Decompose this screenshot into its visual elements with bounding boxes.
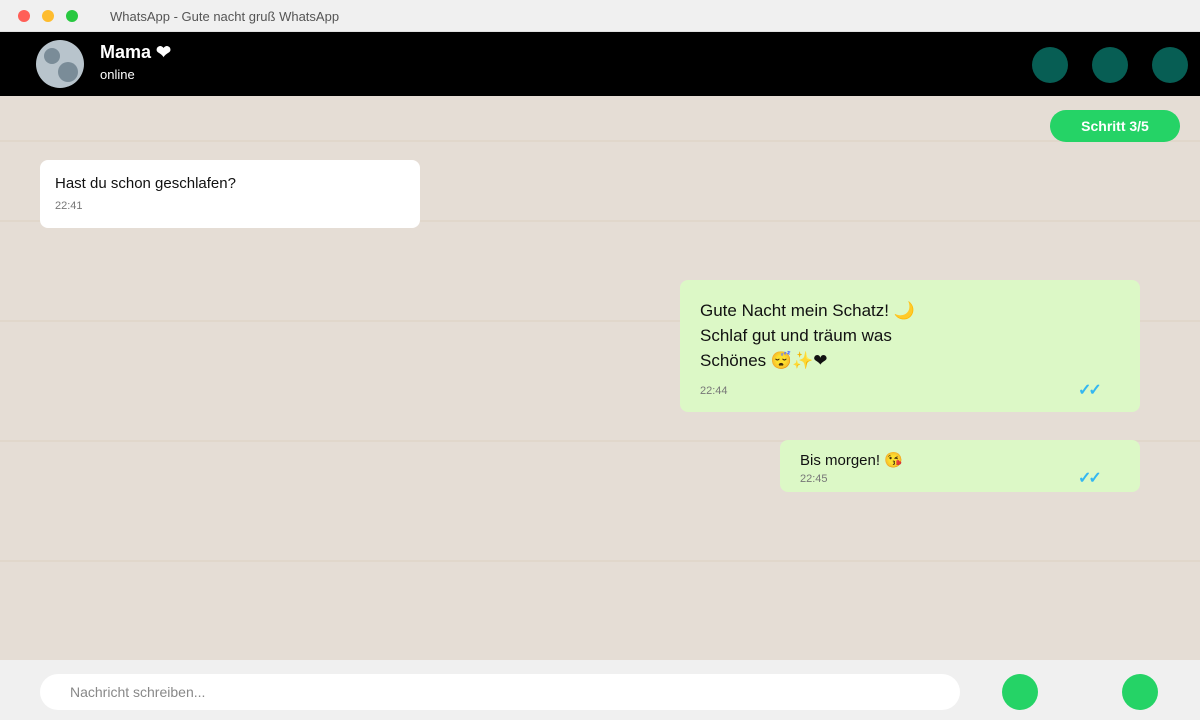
background-line	[0, 560, 1200, 562]
voice-call-icon[interactable]	[1092, 47, 1128, 83]
message-text: Hast du schon geschlafen?	[55, 175, 236, 192]
video-call-icon[interactable]	[1032, 47, 1068, 83]
background-line	[0, 140, 1200, 142]
message-time: 22:45	[800, 473, 828, 485]
avatar-shape	[58, 62, 78, 82]
contact-name[interactable]: Mama ❤	[100, 42, 171, 63]
message-time: 22:44	[700, 385, 728, 397]
composer-bar	[0, 660, 1200, 720]
message-text: Gute Nacht mein Schatz! 🌙 Schlaf gut und…	[700, 301, 915, 370]
send-icon[interactable]	[1122, 674, 1158, 710]
read-receipt-icon: ✓✓	[1078, 382, 1102, 399]
message-bubble-incoming[interactable]: Hast du schon geschlafen? 22:41	[40, 160, 420, 228]
emoji-icon[interactable]	[1002, 674, 1038, 710]
menu-icon[interactable]	[1152, 47, 1188, 83]
chat-header: Mama ❤ online	[0, 32, 1200, 96]
message-bubble-outgoing[interactable]: Gute Nacht mein Schatz! 🌙 Schlaf gut und…	[680, 280, 1140, 412]
message-bubble-outgoing[interactable]: Bis morgen! 😘 22:45 ✓✓	[780, 440, 1140, 492]
read-receipt-icon: ✓✓	[1078, 470, 1102, 487]
avatar[interactable]	[36, 40, 84, 88]
maximize-window-button[interactable]	[66, 10, 78, 22]
avatar-shape	[44, 48, 60, 64]
step-indicator: Schritt 3/5	[1050, 110, 1180, 142]
message-text: Bis morgen! 😘	[800, 452, 903, 469]
contact-status: online	[100, 67, 135, 82]
window-title: WhatsApp - Gute nacht gruß WhatsApp	[110, 9, 340, 24]
message-input[interactable]	[40, 674, 960, 710]
message-time: 22:41	[55, 200, 83, 212]
minimize-window-button[interactable]	[42, 10, 54, 22]
title-bar: WhatsApp - Gute nacht gruß WhatsApp	[0, 0, 1200, 32]
close-window-button[interactable]	[18, 10, 30, 22]
chat-area[interactable]: Schritt 3/5 Hast du schon geschlafen? 22…	[0, 96, 1200, 660]
